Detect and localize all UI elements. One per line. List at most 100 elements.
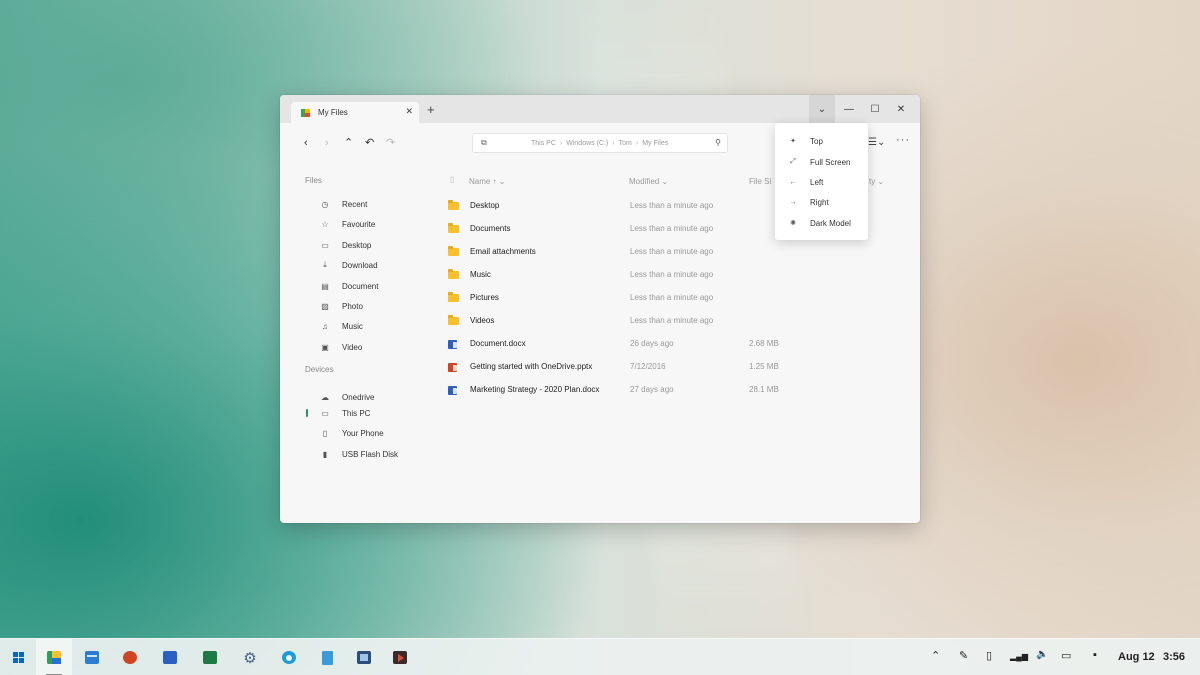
sidebar-item-video[interactable]: ▣ Video (320, 339, 440, 355)
menu-item-label: Full Screen (810, 157, 851, 167)
menu-item-full-screen[interactable]: ⤢ Full Screen (775, 153, 868, 171)
battery-icon[interactable]: ▭ (1061, 649, 1071, 662)
cloud-icon: ☁ (321, 392, 329, 402)
tab-my-files[interactable]: My Files ✕ (291, 102, 419, 123)
breadcrumb-item[interactable]: Windows (C:) (566, 140, 608, 147)
video-icon: ▣ (321, 342, 329, 352)
table-row[interactable]: Document.docx 26 days ago 2.68 MB (448, 334, 908, 354)
pin-icon: ✦ (790, 138, 796, 145)
taskbar-notepad[interactable] (309, 639, 345, 675)
breadcrumb-item[interactable]: My Files (642, 140, 668, 147)
sidebar-item-favourite[interactable]: ☆ Favourite (320, 216, 440, 232)
word-file-icon (448, 386, 457, 395)
undo-button[interactable]: ↶ (365, 137, 374, 149)
taskbar-mail[interactable] (74, 639, 110, 675)
sidebar-item-label: Favourite (342, 219, 376, 229)
close-button[interactable]: ✕ (888, 95, 914, 123)
search-icon[interactable]: ⚲ (715, 138, 721, 147)
sidebar-item-usb-flash-disk[interactable]: ▮ USB Flash Disk (320, 446, 440, 462)
volume-icon[interactable]: 🔈 (1036, 649, 1048, 660)
menu-item-right[interactable]: → Right (775, 193, 868, 211)
notification-icon[interactable]: ▪ (1093, 649, 1097, 661)
maximize-button[interactable]: ☐ (862, 95, 888, 123)
excel-icon (203, 651, 217, 664)
up-button[interactable]: ⌃ (344, 137, 353, 149)
show-hidden-icons-chevron-icon[interactable]: ⌃ (931, 649, 940, 662)
folder-icon (448, 246, 459, 256)
redo-button[interactable]: ↷ (386, 137, 395, 149)
download-icon: ⤓ (323, 260, 327, 269)
table-row[interactable]: Marketing Strategy - 2020 Plan.docx 27 da… (448, 380, 908, 400)
sidebar-item-download[interactable]: ⤓ Download (320, 257, 440, 273)
start-button[interactable] (0, 639, 36, 675)
file-name: Desktop (470, 201, 500, 210)
taskbar-excel[interactable] (192, 639, 228, 675)
taskbar-file-explorer[interactable] (36, 639, 72, 675)
sidebar-item-document[interactable]: ▤ Document (320, 278, 440, 294)
sidebar-item-label: This PC (342, 408, 371, 418)
sidebar-item-this-pc[interactable]: ▭ This PC (320, 405, 440, 421)
sidebar-section-devices: Devices (305, 365, 334, 374)
menu-item-label: Dark Model (810, 218, 851, 228)
monitor-icon: ▭ (321, 240, 329, 250)
table-row[interactable]: Email attachments Less than a minute ago (448, 242, 908, 262)
battery-saver-icon[interactable]: ▯ (986, 649, 992, 662)
pen-icon[interactable]: ✎ (959, 649, 968, 662)
document-icon: ▤ (321, 281, 329, 291)
file-modified: Less than a minute ago (630, 293, 714, 302)
file-name: Getting started with OneDrive.pptx (470, 362, 593, 371)
view-options-button[interactable]: ☰⌄ (868, 137, 885, 148)
sidebar-item-desktop[interactable]: ▭ Desktop (320, 237, 440, 253)
sidebar-item-label: Your Phone (342, 428, 384, 438)
folder-icon (448, 292, 459, 302)
taskbar-time[interactable]: 3:56 (1163, 651, 1185, 663)
taskbar-date[interactable]: Aug 12 (1118, 651, 1155, 663)
address-bar[interactable]: ⧉ This PC › Windows (C:) › Tom › My File… (472, 133, 728, 153)
tab-close-icon[interactable]: ✕ (405, 106, 413, 117)
taskbar-word[interactable] (152, 639, 188, 675)
file-modified: Less than a minute ago (630, 224, 714, 233)
menu-item-left[interactable]: ← Left (775, 173, 868, 191)
forward-button[interactable]: › (325, 137, 329, 149)
new-tab-button[interactable]: + (427, 103, 435, 116)
column-header-name[interactable]: Name ↑ ⌄ (469, 177, 506, 186)
file-name: Marketing Strategy - 2020 Plan.docx (470, 385, 600, 394)
copy-path-icon[interactable]: ⧉ (481, 138, 487, 148)
select-all-icon[interactable]: ▯ (450, 175, 454, 184)
column-header-modified[interactable]: Modified ⌄ (629, 177, 668, 186)
window-menu-dropdown-button[interactable]: ⌄ (809, 95, 835, 123)
file-modified: Less than a minute ago (630, 316, 714, 325)
menu-item-dark-model[interactable]: ✺ Dark Model (775, 214, 868, 232)
photos-icon (357, 651, 371, 664)
breadcrumb-separator: › (612, 140, 615, 147)
taskbar-edge[interactable] (271, 639, 307, 675)
active-indicator (306, 409, 308, 417)
menu-item-top[interactable]: ✦ Top (775, 132, 868, 150)
powerpoint-file-icon (448, 363, 457, 372)
taskbar-settings[interactable]: ⚙ (232, 639, 268, 675)
breadcrumb-item[interactable]: This PC (531, 140, 556, 147)
file-name: Document.docx (470, 339, 526, 348)
back-button[interactable]: ‹ (304, 137, 308, 149)
table-row[interactable]: Getting started with OneDrive.pptx 7/12/2… (448, 357, 908, 377)
table-row[interactable]: Videos Less than a minute ago (448, 311, 908, 331)
breadcrumb-item[interactable]: Tom (619, 140, 632, 147)
table-row[interactable]: Pictures Less than a minute ago (448, 288, 908, 308)
column-header-size[interactable]: File Si (749, 177, 771, 186)
column-header-type[interactable]: ty ⌄ (869, 177, 884, 186)
sidebar-item-music[interactable]: ♫ Music (320, 318, 440, 334)
taskbar-photos[interactable] (346, 639, 382, 675)
sidebar-item-photo[interactable]: ▨ Photo (320, 298, 440, 314)
file-modified: 7/12/2016 (630, 362, 666, 371)
sidebar-item-your-phone[interactable]: ▯ Your Phone (320, 425, 440, 441)
breadcrumb: This PC › Windows (C:) › Tom › My Files (531, 140, 668, 147)
more-options-button[interactable]: ··· (896, 134, 910, 146)
sidebar-item-onedrive[interactable]: ☁ Onedrive (320, 389, 440, 405)
taskbar-media-player[interactable] (382, 639, 418, 675)
file-modified: Less than a minute ago (630, 247, 714, 256)
minimize-button[interactable]: — (836, 95, 862, 123)
network-signal-icon[interactable]: ▂▄▆ (1010, 652, 1028, 661)
taskbar-powerpoint[interactable] (112, 639, 148, 675)
sidebar-item-recent[interactable]: ◷ Recent (320, 196, 440, 212)
table-row[interactable]: Music Less than a minute ago (448, 265, 908, 285)
